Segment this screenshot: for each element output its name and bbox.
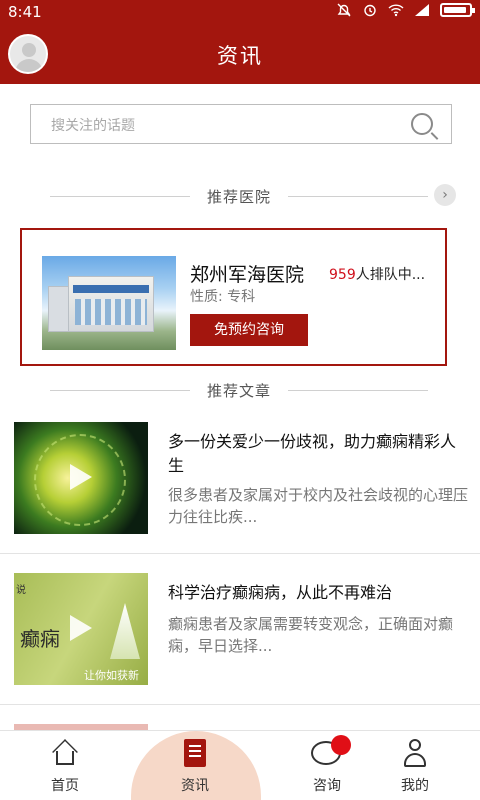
status-icons bbox=[336, 3, 475, 17]
signal-icon bbox=[415, 4, 429, 16]
nav-label-news: 资讯 bbox=[181, 778, 209, 794]
queue-count: 959 bbox=[329, 267, 356, 283]
home-icon bbox=[51, 739, 79, 767]
hospital-name: 郑州军海医院 bbox=[190, 264, 305, 286]
play-icon bbox=[70, 464, 92, 490]
alarm-icon bbox=[364, 4, 376, 17]
wifi-icon bbox=[388, 4, 404, 17]
nav-item-mine[interactable]: 我的 bbox=[375, 737, 455, 797]
page-title: 资讯 bbox=[217, 44, 263, 68]
leaf-graphic bbox=[110, 603, 140, 659]
article-description: 很多患者及家属对于校内及社会歧视的心理压力往往比疾... bbox=[168, 486, 469, 526]
notification-badge bbox=[331, 735, 351, 755]
mute-icon bbox=[337, 3, 351, 17]
bottom-nav: 首页 资讯 咨询 我的 bbox=[0, 730, 480, 800]
search-icon[interactable] bbox=[411, 113, 433, 135]
app-header: 资讯 bbox=[0, 24, 480, 84]
hospital-card[interactable]: 郑州军海医院 959人排队中... 性质: 专科 免预约咨询 bbox=[20, 228, 447, 366]
article-description: 癫痫患者及家属需要转变观念，正确面对癫痫，早日选择... bbox=[168, 615, 454, 655]
thumbnail-slogan: 让你如获新 bbox=[84, 669, 139, 682]
article-item[interactable]: 多一份关爱少一份歧视，助力癫痫精彩人生 很多患者及家属对于校内及社会歧视的心理压… bbox=[0, 404, 480, 554]
nav-label-home: 首页 bbox=[51, 778, 79, 794]
user-icon bbox=[403, 739, 427, 769]
queue-status: 959人排队中... bbox=[329, 264, 425, 284]
consult-button[interactable]: 免预约咨询 bbox=[190, 314, 308, 346]
status-time: 8:41 bbox=[8, 3, 42, 21]
news-book-icon bbox=[184, 739, 206, 767]
article-thumbnail bbox=[14, 422, 148, 534]
hospital-type: 性质: 专科 bbox=[190, 289, 256, 305]
queue-suffix: 人排队中... bbox=[355, 267, 426, 283]
status-bar: 8:41 bbox=[0, 0, 480, 24]
nav-item-news[interactable]: 资讯 bbox=[155, 737, 235, 797]
article-item[interactable]: 说 癫痫 让你如获新 科学治疗癫痫病，从此不再难治 癫痫患者及家属需要转变观念，… bbox=[0, 555, 480, 705]
article-title: 多一份关爱少一份歧视，助力癫痫精彩人生 bbox=[168, 432, 457, 475]
nav-item-home[interactable]: 首页 bbox=[25, 737, 105, 797]
hospital-image bbox=[42, 256, 176, 350]
chevron-right-icon[interactable]: › bbox=[434, 184, 456, 206]
battery-icon bbox=[440, 3, 475, 17]
section-header-hospitals: 推荐医院 bbox=[50, 186, 428, 206]
section-header-articles: 推荐文章 bbox=[50, 380, 428, 400]
search-input[interactable]: 搜关注的话题 bbox=[30, 104, 452, 144]
thumbnail-word: 癫痫 bbox=[20, 627, 60, 651]
nav-label-consult: 咨询 bbox=[313, 778, 341, 794]
article-title: 科学治疗癫痫病，从此不再难治 bbox=[168, 583, 393, 602]
thumbnail-caption: 说 bbox=[16, 585, 26, 596]
nav-item-consult[interactable]: 咨询 bbox=[287, 735, 367, 797]
search-placeholder: 搜关注的话题 bbox=[51, 118, 135, 134]
article-thumbnail: 说 癫痫 让你如获新 bbox=[14, 573, 148, 685]
play-icon bbox=[70, 615, 92, 641]
nav-label-mine: 我的 bbox=[401, 778, 429, 794]
